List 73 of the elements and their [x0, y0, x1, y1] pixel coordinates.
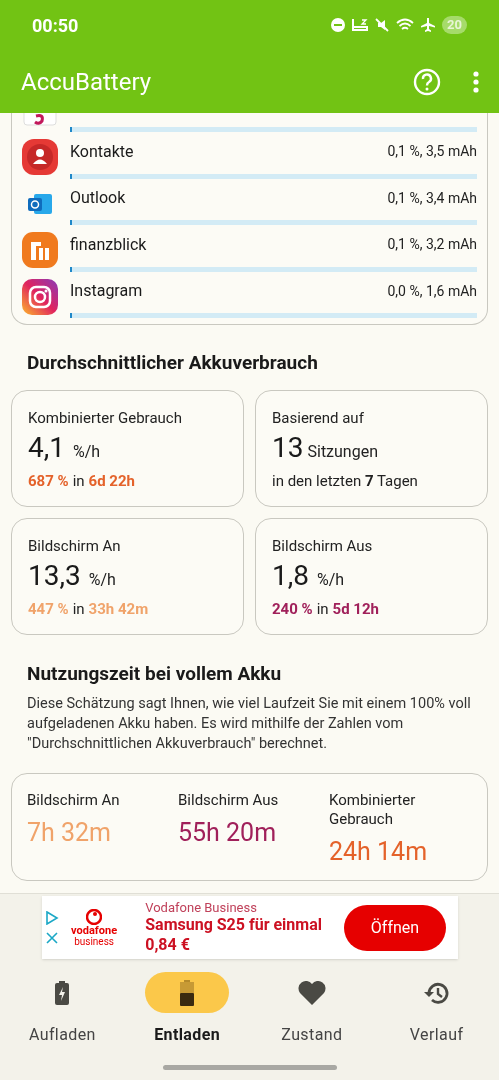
- stat-value: 1,8: [272, 562, 309, 590]
- muted-icon: [375, 18, 390, 32]
- open-button[interactable]: Öffnen: [344, 904, 446, 951]
- airplane-icon: [421, 18, 436, 32]
- do-not-disturb-icon: [331, 18, 346, 32]
- stat-value: 13,3: [28, 562, 81, 590]
- ad-banner[interactable]: vodafone business Vodafone Business Samsung S25 für einmal 0,84 € Öffnen: [41, 896, 458, 959]
- stat-note: in den letzten 7 Tagen: [272, 471, 419, 492]
- drain-amount: 240 %: [272, 599, 313, 620]
- nav-tab[interactable]: Entladen: [124, 972, 250, 1047]
- stat-unit: %/h: [73, 444, 101, 460]
- estimate-value: 55h 20m: [178, 817, 278, 849]
- drain-amount: 447 %: [28, 599, 69, 620]
- stat-unit: %/h: [317, 572, 345, 588]
- wifi-icon: [396, 18, 415, 32]
- app-usage: 0,1 %, 3,4 mAh: [387, 188, 477, 208]
- estimate-value: 7h 32m: [27, 817, 113, 849]
- app-row[interactable]: Outlook 0,1 %, 3,4 mAh: [22, 180, 477, 227]
- nav-tab[interactable]: Verlauf: [374, 972, 499, 1047]
- stat-unit: %/h: [88, 572, 116, 588]
- app-name: Outlook: [70, 187, 126, 210]
- charging-battery-icon: [55, 980, 70, 1005]
- drain-duration: 5d 12h: [332, 599, 379, 620]
- camera-app-icon: [22, 278, 58, 315]
- app-usage: 0,1 %, 3,5 mAh: [387, 142, 477, 162]
- battery-icon: [180, 979, 195, 1006]
- app-row[interactable]: Kontakte 0,1 %, 3,5 mAh: [22, 133, 477, 181]
- drain-duration: 33h 42m: [88, 599, 149, 620]
- finance-app-icon: [22, 232, 58, 269]
- ad-advertiser: Vodafone Business: [145, 900, 258, 915]
- close-icon[interactable]: [44, 930, 59, 945]
- app-title: AccuBattery: [21, 66, 153, 98]
- estimate-label: Bildschirm An: [27, 791, 121, 810]
- estimate-label: Kombinierter Gebrauch: [329, 791, 417, 829]
- estimate-value: 24h 14m: [329, 836, 429, 868]
- more-icon: [473, 70, 479, 93]
- ad-choices-icon[interactable]: [44, 910, 59, 925]
- stat-value: 4,1: [28, 434, 65, 462]
- joiner-text: in: [72, 599, 85, 620]
- app-name: finanzblick: [70, 233, 147, 256]
- joiner-text: in: [72, 471, 85, 492]
- app-usage: 0,0 %, 1,6 mAh: [387, 281, 477, 301]
- help-icon: [413, 67, 441, 96]
- drain-duration: 6d 22h: [88, 471, 135, 492]
- app-name: Instagram: [70, 280, 143, 303]
- stat-unit: Sitzungen: [307, 444, 378, 460]
- drain-amount: 687 %: [28, 471, 69, 492]
- stat-value: 13: [272, 434, 304, 462]
- nav-tab[interactable]: Aufladen: [0, 972, 125, 1047]
- joiner-text: in: [316, 599, 329, 620]
- app-row[interactable]: Instagram 0,0 %, 1,6 mAh: [22, 273, 477, 320]
- contacts-icon: [22, 139, 58, 176]
- section-title: Durchschnittlicher Akkuverbrauch: [26, 350, 319, 376]
- heart-icon: [297, 980, 326, 1005]
- help-button[interactable]: [413, 67, 441, 96]
- speech-mark-icon: [86, 908, 103, 925]
- more-button[interactable]: [473, 70, 479, 93]
- app-row[interactable]: finanzblick 0,1 %, 3,2 mAh: [22, 226, 477, 274]
- section-title: Nutzungszeit bei vollem Akku: [26, 660, 283, 687]
- nav-tab[interactable]: Zustand: [249, 972, 375, 1047]
- card-label: Kombinierter Gebrauch: [28, 407, 183, 429]
- app-usage: 0,1 %, 3,2 mAh: [387, 235, 477, 255]
- bed-icon: [352, 18, 369, 32]
- app-name: Kontakte: [70, 140, 134, 163]
- estimate-label: Bildschirm Aus: [178, 791, 280, 810]
- ad-headline: Samsung S25 für einmal 0,84 €: [145, 914, 323, 955]
- card-label: Bildschirm An: [28, 535, 122, 557]
- status-time: 00:50: [32, 13, 79, 38]
- battery-level: 20: [442, 16, 467, 34]
- card-label: Bildschirm Aus: [272, 535, 374, 557]
- card-label: Basierend auf: [272, 407, 365, 429]
- advertiser-logo: vodafone business: [64, 908, 124, 947]
- section-description: Diese Schätzung sagt Ihnen, wie viel Laufzeit Sie mit einem 100% voll aufgeladenen Akku haben. Es wird mithilfe der Zahlen vom "Durchschnittlichen Akkuverbrauch" berechnet.: [26, 694, 472, 754]
